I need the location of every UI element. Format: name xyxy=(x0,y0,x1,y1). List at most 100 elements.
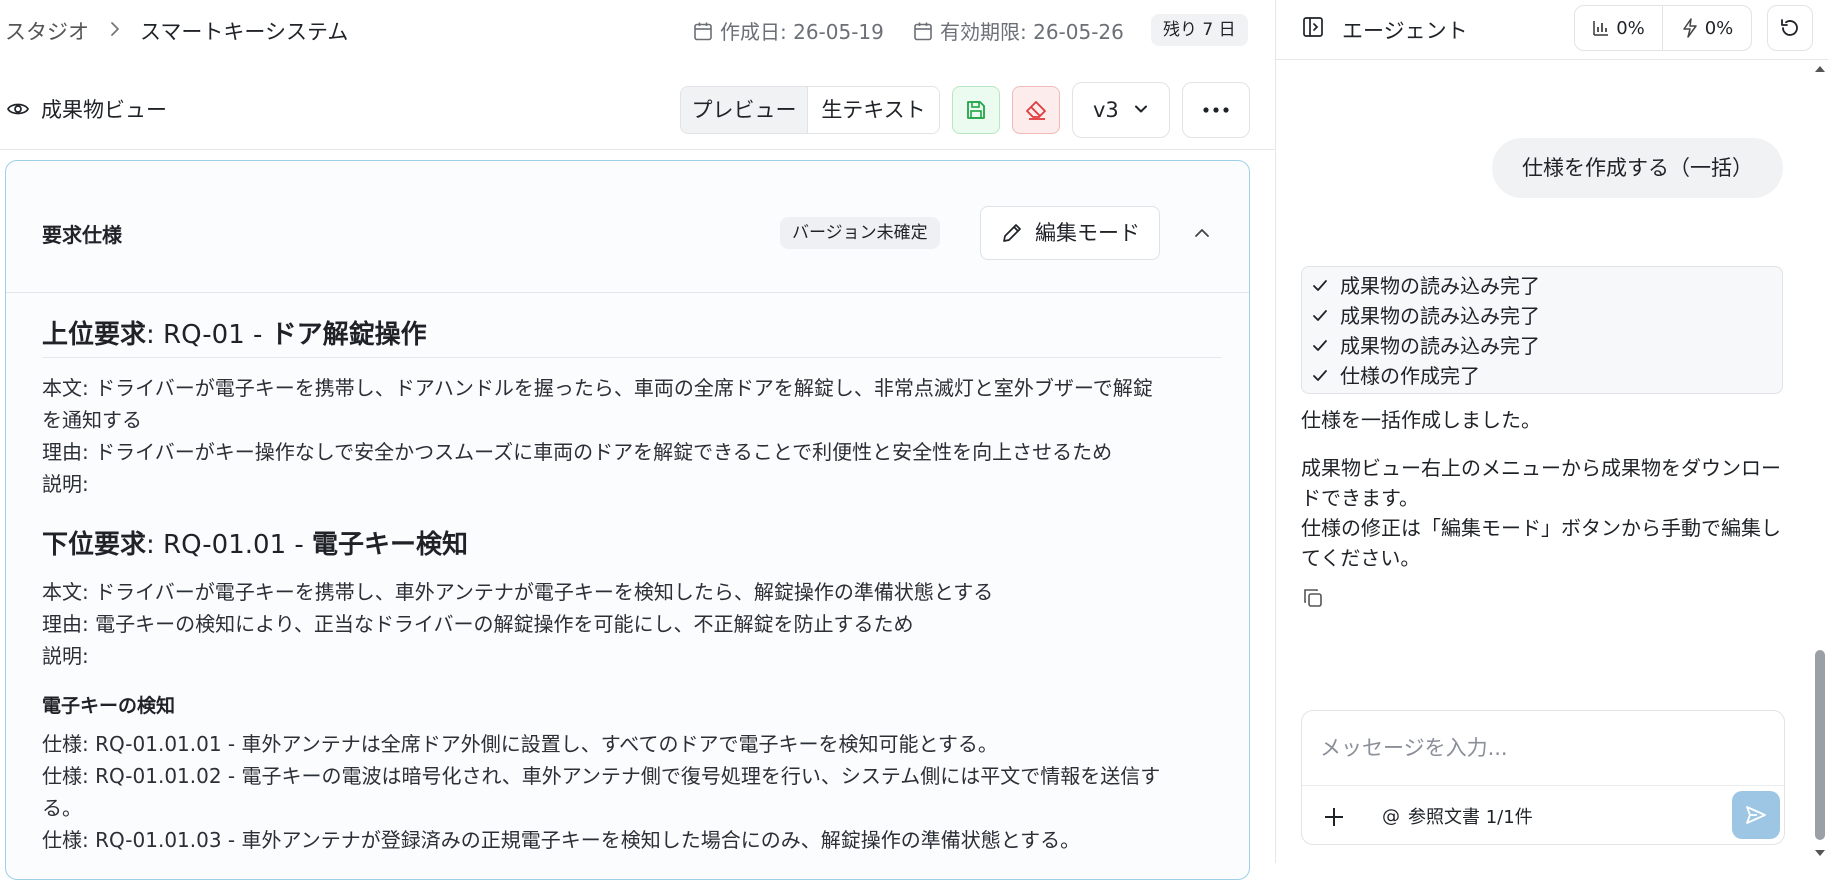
version-label: v3 xyxy=(1093,98,1119,122)
progress-steps: 成果物の読み込み完了 成果物の読み込み完了 成果物の読み込み完了 仕様の作成完了 xyxy=(1301,266,1783,394)
created-date: 作成日: 26-05-19 xyxy=(692,16,884,45)
calendar-icon xyxy=(914,22,932,40)
breadcrumb-root[interactable]: スタジオ xyxy=(5,16,89,46)
at-sign-icon: @ xyxy=(1382,805,1400,827)
agent-reply-edit: 仕様の修正は「編集モード」ボタンから手動で編集してください。 xyxy=(1301,516,1781,570)
artifact-view-toolbar: 成果物ビュー プレビュー 生テキスト v3 xyxy=(0,78,1275,150)
step-item: 成果物の読み込み完了 xyxy=(1312,301,1782,331)
user-message: 仕様を作成する（一括） xyxy=(1492,138,1783,198)
message-input[interactable] xyxy=(1302,711,1784,786)
check-icon xyxy=(1313,370,1327,381)
usage-energy-value: 0% xyxy=(1704,17,1734,39)
card-header: 要求仕様 バージョン未確定 編集モード xyxy=(6,161,1249,293)
panel-toggle-icon[interactable] xyxy=(1301,15,1325,39)
check-icon xyxy=(1313,310,1327,321)
requirement-text-line: 本文: ドライバーが電子キーを携帯し、車外アンテナが電子キーを検知したら、解錠操… xyxy=(42,580,994,604)
step-label: 成果物の読み込み完了 xyxy=(1340,274,1540,298)
heading-name: ドア解錠操作 xyxy=(270,320,427,350)
requirement-text-line: 理由: 電子キーの検知により、正当なドライバーの解錠操作を可能にし、不正解錠を防… xyxy=(42,612,914,636)
view-mode-toggle: プレビュー 生テキスト xyxy=(680,86,940,134)
chat-thread: 仕様を作成する（一括） 成果物の読み込み完了 成果物の読み込み完了 成果物の読み… xyxy=(1276,60,1811,710)
copy-icon[interactable] xyxy=(1301,586,1325,610)
card-title: 要求仕様 xyxy=(42,223,122,247)
save-button[interactable] xyxy=(952,86,1000,134)
heading-id: : RQ-01 - xyxy=(146,320,271,350)
reference-docs-label: 参照文書 1/1件 xyxy=(1408,807,1533,828)
calendar-icon xyxy=(694,22,712,40)
heading-prefix: 下位要求 xyxy=(42,530,147,560)
scroll-down-icon[interactable] xyxy=(1811,846,1828,860)
requirements-card: 要求仕様 バージョン未確定 編集モード 上位要求: RQ-01 - ドア解錠操作… xyxy=(5,160,1250,880)
heading-id: : RQ-01.01 - xyxy=(146,530,313,560)
agent-reply-download: 成果物ビュー右上のメニューから成果物をダウンロードできます。 xyxy=(1301,456,1781,510)
agent-reply-summary: 仕様を一括作成しました。 xyxy=(1301,408,1541,432)
usage-chart-value: 0% xyxy=(1616,17,1645,39)
tab-preview[interactable]: プレビュー xyxy=(681,87,809,133)
agent-header: エージェント 0% 0% xyxy=(1276,0,1828,60)
agent-pane: エージェント 0% 0% 仕様を作成する（一括） 成果物の読み込み完了 成果物の… xyxy=(1275,0,1828,863)
scroll-thumb[interactable] xyxy=(1815,650,1825,840)
artifact-view-title: 成果物ビュー xyxy=(41,98,167,122)
edit-mode-label: 編集モード xyxy=(1035,221,1140,245)
breadcrumb-current: スマートキーシステム xyxy=(140,20,349,44)
check-icon xyxy=(1313,340,1327,351)
lightning-icon xyxy=(1682,18,1697,38)
save-icon xyxy=(967,101,985,119)
eraser-icon xyxy=(1026,101,1046,120)
child-requirement-heading: 下位要求: RQ-01.01 - 電子キー検知 xyxy=(42,524,1222,566)
message-composer: @ 参照文書 1/1件 xyxy=(1301,710,1785,845)
send-button[interactable] xyxy=(1732,791,1780,839)
chevron-up-icon[interactable] xyxy=(1188,221,1216,245)
chevron-down-icon xyxy=(1135,105,1147,113)
bar-chart-icon xyxy=(1593,21,1609,36)
expiry-date: 有効期限: 26-05-26 xyxy=(912,16,1124,45)
step-item: 成果物の読み込み完了 xyxy=(1312,331,1782,361)
spec-line: 仕様: RQ-01.01.02 - 電子キーの電波は暗号化され、車外アンテナ側で… xyxy=(42,764,1161,788)
usage-meter: 0% 0% xyxy=(1574,5,1752,51)
spec-line: る。 xyxy=(42,796,82,820)
pencil-icon xyxy=(1003,224,1021,242)
artifact-pane: スタジオ スマートキーシステム 作成日: 26-05-19 有効期限: 26-0… xyxy=(0,0,1275,880)
eye-icon xyxy=(7,103,29,115)
plus-icon[interactable] xyxy=(1320,803,1348,831)
reference-docs-button[interactable]: @ 参照文書 1/1件 xyxy=(1382,803,1533,829)
tab-raw-text[interactable]: 生テキスト xyxy=(808,87,939,133)
top-bar: スタジオ スマートキーシステム 作成日: 26-05-19 有効期限: 26-0… xyxy=(0,0,1275,60)
parent-requirement-heading: 上位要求: RQ-01 - ドア解錠操作 xyxy=(42,316,1222,358)
more-horizontal-icon xyxy=(1203,107,1229,113)
requirement-text-line: 理由: ドライバーがキー操作なしで安全かつスムーズに車両のドアを解錠できることで… xyxy=(42,440,1113,464)
check-icon xyxy=(1313,280,1327,291)
spec-line: 仕様: RQ-01.01.03 - 車外アンテナが登録済みの正規電子キーを検知し… xyxy=(42,828,1081,852)
expiry-date-text: 有効期限: 26-05-26 xyxy=(940,20,1124,44)
heading-name: 電子キー検知 xyxy=(312,530,469,560)
requirements-content: 上位要求: RQ-01 - ドア解錠操作 本文: ドライバーが電子キーを携帯し、… xyxy=(42,316,1222,856)
requirement-text-line: 説明: xyxy=(42,472,89,496)
spec-section-heading: 電子キーの検知 xyxy=(42,695,176,717)
step-item: 仕様の作成完了 xyxy=(1312,361,1782,391)
version-select[interactable]: v3 xyxy=(1072,82,1170,138)
remaining-days-badge: 残り 7 日 xyxy=(1151,14,1248,46)
heading-prefix: 上位要求 xyxy=(42,320,147,350)
more-menu-button[interactable] xyxy=(1182,82,1250,138)
usage-chart: 0% xyxy=(1575,6,1663,50)
step-label: 仕様の作成完了 xyxy=(1340,364,1480,388)
step-label: 成果物の読み込み完了 xyxy=(1340,334,1540,358)
clear-button[interactable] xyxy=(1012,86,1060,134)
reset-button[interactable] xyxy=(1767,5,1813,51)
requirement-text-line: 本文: ドライバーが電子キーを携帯し、ドアハンドルを握ったら、車両の全席ドアを解… xyxy=(42,376,1153,400)
step-item: 成果物の読み込み完了 xyxy=(1312,271,1782,301)
scroll-up-icon[interactable] xyxy=(1811,62,1828,76)
step-label: 成果物の読み込み完了 xyxy=(1340,304,1540,328)
agent-title: エージェント xyxy=(1342,19,1468,43)
requirement-text-line: 説明: xyxy=(42,644,89,668)
edit-mode-button[interactable]: 編集モード xyxy=(980,206,1160,260)
chevron-right-icon xyxy=(111,22,119,36)
chat-scrollbar[interactable] xyxy=(1811,60,1828,863)
reload-icon xyxy=(1781,19,1798,36)
version-status-badge: バージョン未確定 xyxy=(780,217,940,249)
created-date-text: 作成日: 26-05-19 xyxy=(720,20,884,44)
spec-line: 仕様: RQ-01.01.01 - 車外アンテナは全席ドア外側に設置し、すべての… xyxy=(42,732,998,756)
requirement-text-line: を通知する xyxy=(42,408,142,432)
usage-energy: 0% xyxy=(1663,6,1751,50)
send-icon xyxy=(1746,806,1766,824)
